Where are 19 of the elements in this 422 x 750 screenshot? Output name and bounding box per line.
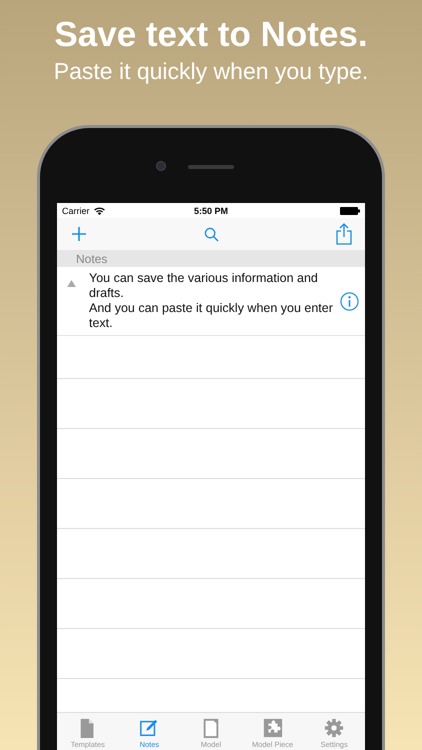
carrier-label: Carrier [62, 206, 90, 216]
triangle-icon[interactable] [67, 280, 76, 287]
info-icon[interactable] [340, 292, 359, 310]
subheadline: Paste it quickly when you type. [54, 57, 368, 85]
edit-icon [139, 718, 160, 738]
note-text[interactable]: You can save the various information and drafts. And you can paste it quickly when you enter text. [89, 271, 338, 331]
share-icon[interactable] [336, 223, 352, 245]
headline: Save text to Notes. [54, 14, 368, 56]
settings-icon [324, 718, 344, 738]
puzzle-icon [262, 718, 283, 738]
status-time: 5:50 PM [194, 206, 228, 216]
section-header: Notes [76, 252, 108, 266]
speaker-grille [188, 165, 234, 169]
page-icon [200, 718, 221, 738]
search-icon[interactable] [204, 226, 219, 242]
add-icon[interactable] [71, 226, 87, 242]
wifi-icon [94, 206, 105, 214]
battery-icon [340, 206, 360, 214]
camera-icon [156, 161, 166, 171]
